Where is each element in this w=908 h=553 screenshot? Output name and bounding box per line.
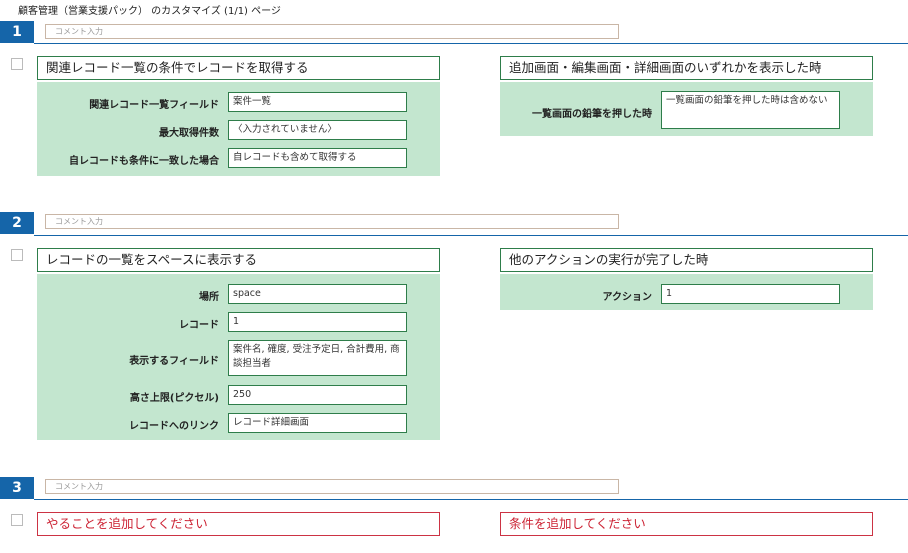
- field-label: 一覧画面の鉛筆を押した時: [532, 109, 652, 120]
- action-title[interactable]: レコードの一覧をスペースに表示する: [37, 248, 440, 272]
- comment-input[interactable]: [45, 479, 619, 494]
- page-title: 顧客管理（営業支援パック） のカスタマイズ (1/1) ページ: [18, 6, 281, 17]
- field-value[interactable]: 〈入力されていません〉: [228, 120, 407, 140]
- add-action-button[interactable]: やることを追加してください: [37, 512, 440, 536]
- field-value[interactable]: レコード詳細画面: [228, 413, 407, 433]
- step-divider: [34, 43, 908, 44]
- action-fields: 場所 space レコード 1 表示するフィールド 案件名, 確度, 受注予定日…: [37, 274, 440, 440]
- field-label: 関連レコード一覧フィールド: [89, 100, 219, 111]
- field-value[interactable]: 自レコードも含めて取得する: [228, 148, 407, 168]
- comment-input[interactable]: [45, 24, 619, 39]
- field-label: 高さ上限(ピクセル): [129, 393, 219, 404]
- field-value[interactable]: 250: [228, 385, 407, 405]
- field-value[interactable]: 1: [661, 284, 840, 304]
- condition-title[interactable]: 他のアクションの実行が完了した時: [500, 248, 873, 272]
- field-value[interactable]: 1: [228, 312, 407, 332]
- step-divider: [34, 235, 908, 236]
- field-label: 場所: [199, 292, 219, 303]
- step-checkbox[interactable]: [11, 249, 23, 261]
- step-checkbox[interactable]: [11, 58, 23, 70]
- field-label: 最大取得件数: [159, 128, 219, 139]
- step-number: 3: [0, 477, 34, 499]
- step-number: 2: [0, 212, 34, 234]
- condition-fields: アクション 1: [500, 274, 873, 310]
- step-checkbox[interactable]: [11, 514, 23, 526]
- step-divider: [34, 499, 908, 500]
- field-label: アクション: [602, 292, 653, 303]
- field-value[interactable]: 案件名, 確度, 受注予定日, 合計費用, 商談担当者: [228, 340, 407, 376]
- step-number: 1: [0, 21, 34, 43]
- field-value[interactable]: 一覧画面の鉛筆を押した時は含めない: [661, 91, 840, 129]
- field-label: 表示するフィールド: [129, 356, 219, 367]
- comment-input[interactable]: [45, 214, 619, 229]
- action-title[interactable]: 関連レコード一覧の条件でレコードを取得する: [37, 56, 440, 80]
- field-label: レコード: [179, 320, 219, 331]
- condition-title[interactable]: 追加画面・編集画面・詳細画面のいずれかを表示した時: [500, 56, 873, 80]
- field-label: レコードへのリンク: [129, 421, 219, 432]
- action-fields: 関連レコード一覧フィールド 案件一覧 最大取得件数 〈入力されていません〉 自レ…: [37, 82, 440, 176]
- condition-fields: 一覧画面の鉛筆を押した時 一覧画面の鉛筆を押した時は含めない: [500, 82, 873, 136]
- add-condition-button[interactable]: 条件を追加してください: [500, 512, 873, 536]
- field-value[interactable]: 案件一覧: [228, 92, 407, 112]
- field-label: 自レコードも条件に一致した場合: [69, 156, 219, 167]
- field-value[interactable]: space: [228, 284, 407, 304]
